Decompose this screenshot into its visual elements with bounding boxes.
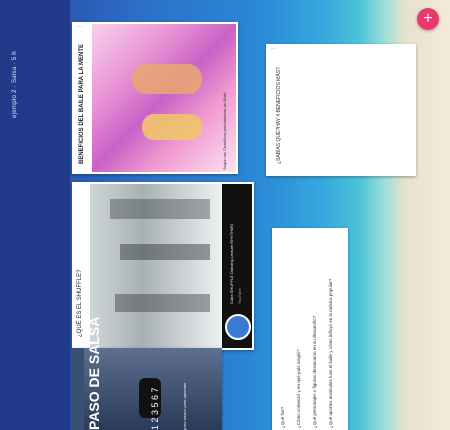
question-line: ¿Cómo comenzó y en qué país surgió? [296, 349, 301, 428]
post-paso-salsa[interactable]: PASO DE SALSA 1 2 3 5 6 7 paso basico pa… [72, 317, 222, 430]
question-line: ¿Qué personajes o figuras destacaron en … [312, 315, 317, 428]
more-icon[interactable]: ··· [76, 24, 82, 30]
post-preguntas[interactable]: ¿Qué fue? ¿Cómo comenzó y en qué país su… [272, 228, 348, 430]
post-sabias-que[interactable]: ¿SABÍAS QUÉ?HAY 4 BENEFICIOS MÁS? ··· [266, 44, 416, 176]
post-title: ¿QUÉ ES EL SHUFFLE? [77, 269, 83, 337]
plus-icon: + [423, 10, 433, 27]
more-icon[interactable]: ··· [270, 46, 276, 52]
post-title: PASO DE SALSA [86, 316, 102, 430]
question-line: ¿Qué fue? [280, 406, 285, 428]
video-title: Cuba SHUFFLE Dancing Lecture RHYTHMS [229, 223, 234, 304]
question-line: ¿Qué aportes musicales tuvo el baile y c… [328, 278, 333, 428]
video-meta-bar: Cuba SHUFFLE Dancing Lecture RHYTHMS You… [222, 184, 252, 348]
post-caption: Según las Científicas periodísticas del … [222, 92, 227, 170]
post-label: BENEFICIOS DEL BAILE PARA LA MENTE [79, 43, 85, 164]
step-numbers: 1 2 3 5 6 7 [150, 387, 160, 430]
post-caption: paso basico para aprender [182, 382, 187, 430]
post-video-thumbnail[interactable] [90, 184, 222, 348]
post-beneficios-baile[interactable]: BENEFICIOS DEL BAILE PARA LA MENTE Según… [72, 22, 238, 174]
post-text: ¿SABÍAS QUÉ?HAY 4 BENEFICIOS MÁS? [276, 67, 282, 164]
post-image [92, 24, 236, 172]
add-post-button[interactable]: + [417, 8, 439, 30]
board-title: ejemplo 2 · Salsa · 5 h [12, 51, 18, 118]
video-source: YouTube [237, 288, 242, 304]
channel-avatar [225, 314, 251, 340]
board-header: ejemplo 2 · Salsa · 5 h [0, 0, 70, 430]
